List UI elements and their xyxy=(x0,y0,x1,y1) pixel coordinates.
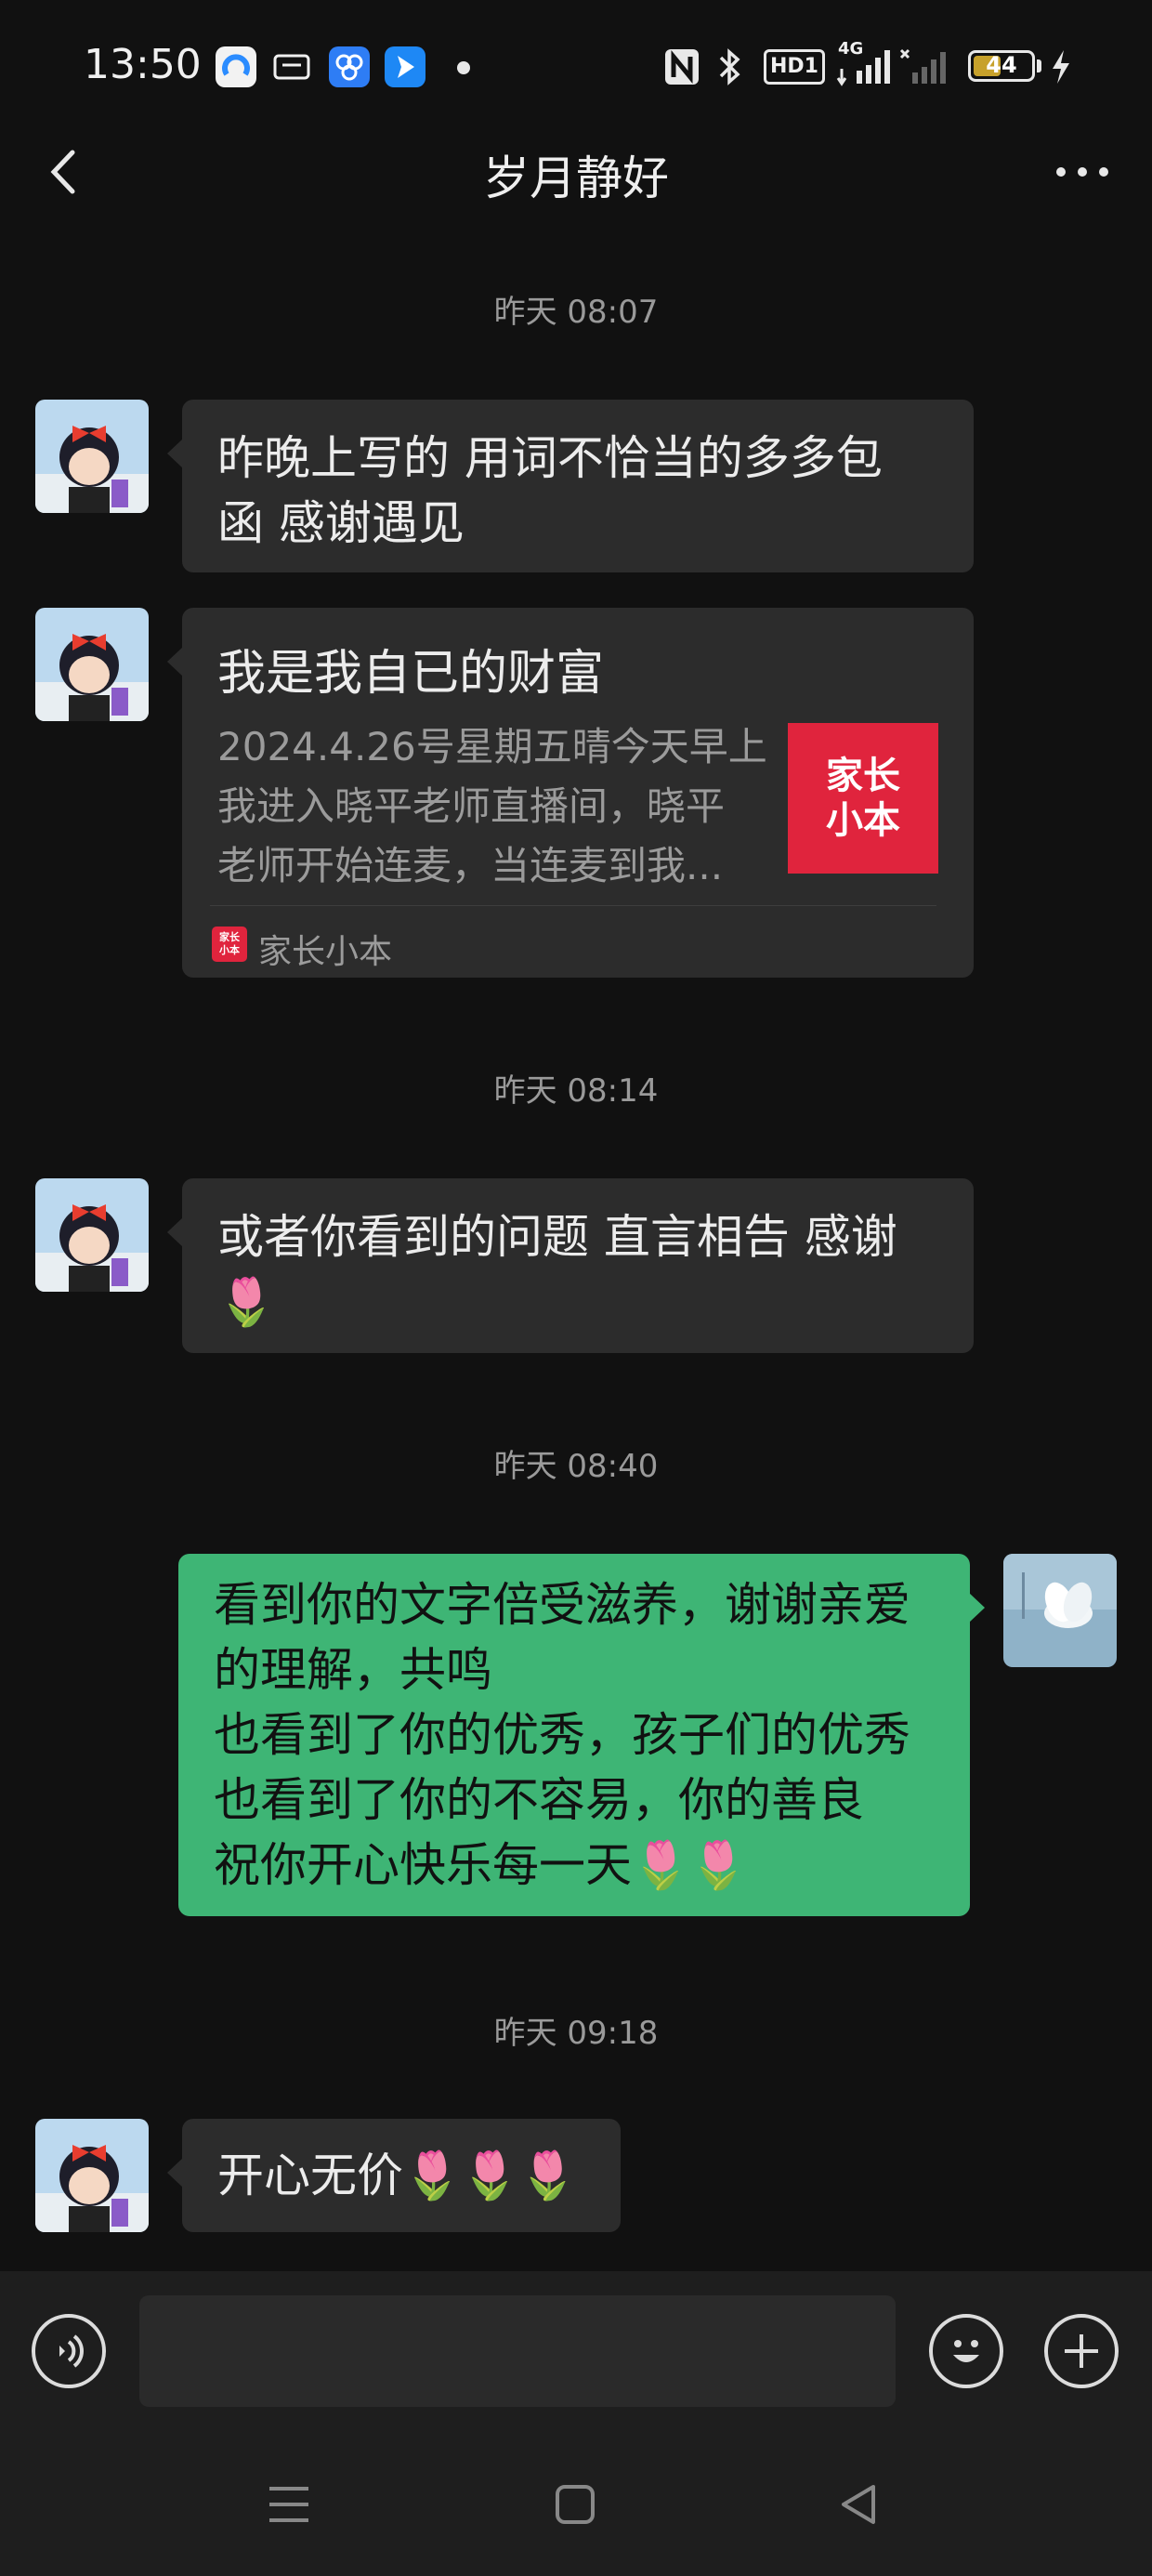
message-line: 🌷 xyxy=(217,1275,276,1329)
my-message-bubble[interactable]: 看到你的文字倍受滋养，谢谢亲爱 的理解，共鸣 也看到了你的优秀，孩子们的优秀 也… xyxy=(178,1554,985,1916)
thumbnail-text: 小本 xyxy=(826,799,900,842)
timestamp: 昨天 09:18 xyxy=(493,2015,659,2052)
message-line: 看到你的文字倍受滋养，谢谢亲爱 xyxy=(214,1578,910,1632)
message-line: 也看到了你的不容易，你的善良 xyxy=(214,1773,864,1827)
source-logo-text: 家长 xyxy=(219,931,240,943)
message-line: 昨晚上写的 用词不恰当的多多包 xyxy=(217,431,883,485)
signal-strength-2-icon xyxy=(899,45,955,89)
voice-icon xyxy=(59,2334,84,2368)
home-icon xyxy=(556,2485,595,2524)
card-title: 我是我自已的财富 xyxy=(217,646,605,702)
card-description-line: 我进入晓平老师直播间，晓平 xyxy=(217,783,726,829)
contact-avatar[interactable] xyxy=(35,1178,149,1292)
message-line: 函 感谢遇见 xyxy=(217,496,465,550)
input-bar xyxy=(0,2271,1152,2431)
timestamp: 昨天 08:07 xyxy=(493,294,659,331)
card-description: 2024.4.26号星期五晴今天早上 我进入晓平老师直播间，晓平 老师开始连麦，… xyxy=(217,717,775,896)
thumbnail-text: 家长 xyxy=(826,755,900,797)
signal-strength-icon: 4G xyxy=(836,39,896,89)
timestamp: 昨天 08:40 xyxy=(493,1448,659,1485)
emoji-icon xyxy=(953,2340,979,2362)
menu-icon xyxy=(269,2487,308,2522)
battery-indicator: 44 xyxy=(968,50,1035,82)
more-dots-icon xyxy=(1056,167,1108,177)
card-source: 家长小本 xyxy=(258,933,393,971)
plus-icon xyxy=(1065,2334,1098,2368)
message-line: 祝你开心快乐每一天🌷🌷 xyxy=(214,1838,748,1892)
my-avatar[interactable] xyxy=(1003,1554,1117,1667)
timestamp: 昨天 08:14 xyxy=(493,1072,659,1110)
chat-title: 岁月静好 xyxy=(483,151,669,205)
card-description-line: 老师开始连麦，当连麦到我... xyxy=(217,843,724,888)
link-card[interactable]: 我是我自已的财富 2024.4.26号星期五晴今天早上 我进入晓平老师直播间，晓… xyxy=(167,608,974,978)
location-app-icon xyxy=(385,45,425,89)
contact-avatar[interactable] xyxy=(35,400,149,513)
message-line: 开心无价🌷🌷🌷 xyxy=(217,2149,577,2202)
message-line: 也看到了你的优秀，孩子们的优秀 xyxy=(214,1708,910,1762)
emoji-button[interactable] xyxy=(929,2314,1003,2388)
card-thumbnail: 家长 小本 xyxy=(788,723,938,874)
menu-button[interactable] xyxy=(256,2472,321,2537)
chat-header: 岁月静好 xyxy=(0,130,1152,214)
network-app-icon xyxy=(329,45,370,89)
chat-screen: 13:50 HD1 4G 44 岁月静好 昨天 08:07 昨晚上写的 用词不恰… xyxy=(0,0,1152,2576)
contact-avatar[interactable] xyxy=(35,608,149,721)
message-bubble[interactable]: 开心无价🌷🌷🌷 xyxy=(167,2119,621,2232)
back-triangle-icon xyxy=(842,2485,875,2524)
source-logo-text: 小本 xyxy=(219,944,240,956)
message-line: 或者你看到的问题 直言相告 感谢 xyxy=(217,1210,897,1264)
plus-button[interactable] xyxy=(1044,2314,1119,2388)
contact-avatar[interactable] xyxy=(35,2119,149,2232)
battery-level: 44 xyxy=(986,52,1017,78)
more-options-button[interactable] xyxy=(1050,149,1115,195)
status-bar: 13:50 HD1 4G 44 xyxy=(0,0,1152,139)
message-line: 的理解，共鸣 xyxy=(214,1643,492,1697)
hd-icon: HD1 xyxy=(764,45,825,89)
card-description-line: 2024.4.26号星期五晴今天早上 xyxy=(217,724,767,769)
status-time: 13:50 xyxy=(84,41,202,88)
home-button[interactable] xyxy=(543,2472,608,2537)
battery-tip xyxy=(1037,59,1041,72)
back-nav-button[interactable] xyxy=(827,2472,892,2537)
message-input[interactable] xyxy=(139,2295,896,2407)
message-bubble[interactable]: 或者你看到的问题 直言相告 感谢 🌷 xyxy=(167,1178,974,1353)
source-logo-icon: 家长 小本 xyxy=(212,927,247,962)
card-divider xyxy=(210,905,936,906)
notification-dot-icon xyxy=(457,61,470,74)
system-nav-bar xyxy=(0,2431,1152,2576)
browser-app-icon xyxy=(216,45,256,89)
nfc-icon xyxy=(663,45,700,89)
chat-app-icon xyxy=(271,45,312,89)
bluetooth-icon xyxy=(715,45,743,89)
voice-button[interactable] xyxy=(32,2314,106,2388)
charging-icon xyxy=(1048,45,1074,89)
message-bubble[interactable]: 昨晚上写的 用词不恰当的多多包 函 感谢遇见 xyxy=(167,400,974,572)
